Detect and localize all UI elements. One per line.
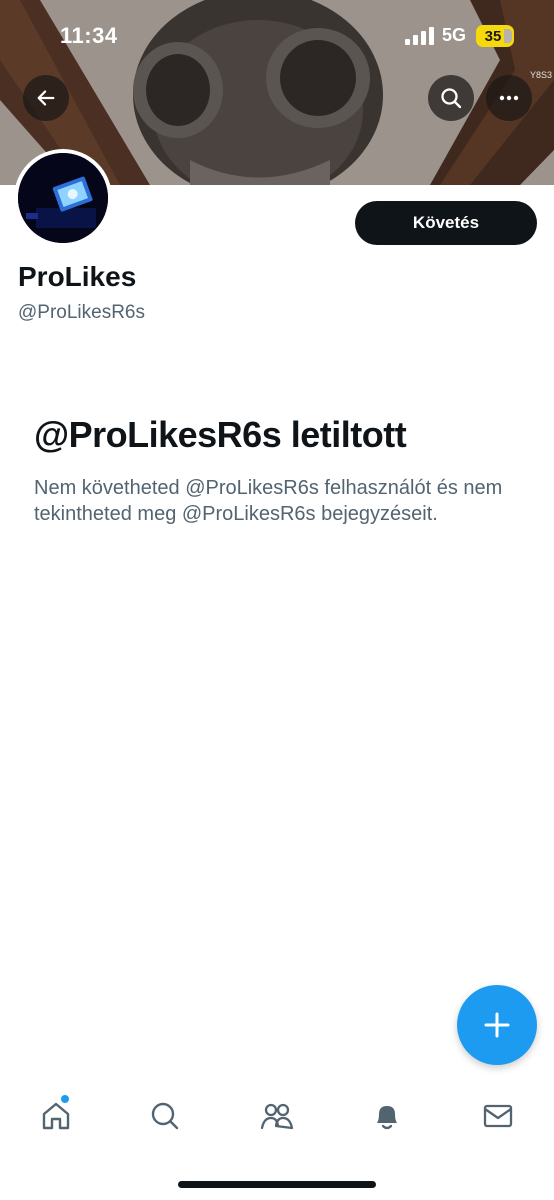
cellular-signal-icon xyxy=(405,27,434,45)
nav-explore[interactable] xyxy=(135,1094,195,1138)
plus-icon xyxy=(484,1012,510,1038)
search-button[interactable] xyxy=(428,75,474,121)
battery-level: 35 xyxy=(484,27,502,45)
battery-indicator: 35 xyxy=(476,25,514,47)
unread-badge xyxy=(61,1095,69,1103)
nav-home[interactable] xyxy=(26,1094,86,1138)
avatar[interactable] xyxy=(14,149,112,247)
nav-notifications[interactable] xyxy=(357,1094,417,1138)
network-type: 5G xyxy=(442,25,467,45)
blocked-message: Nem követheted @ProLikesR6s felhasználót… xyxy=(34,477,503,525)
nav-messages[interactable] xyxy=(468,1094,528,1138)
banner-watermark: Y8S3 xyxy=(530,70,553,80)
bottom-navigation xyxy=(0,1080,554,1160)
home-indicator xyxy=(178,1181,376,1188)
arrow-left-icon xyxy=(37,90,55,106)
back-button[interactable] xyxy=(23,75,69,121)
nav-communities[interactable] xyxy=(247,1094,307,1138)
user-handle: @ProLikesR6s xyxy=(18,302,145,323)
bell-icon xyxy=(377,1106,397,1130)
avatar-image xyxy=(18,153,108,243)
home-icon xyxy=(42,1102,70,1130)
communities-icon xyxy=(260,1103,294,1130)
more-options-button[interactable] xyxy=(486,75,532,121)
blocked-title: @ProLikesR6s letiltott xyxy=(34,414,407,455)
avatar-picture xyxy=(18,153,108,243)
display-name: ProLikes xyxy=(18,261,137,292)
status-time: 11:34 xyxy=(60,23,118,48)
mail-icon xyxy=(483,1104,513,1128)
search-icon xyxy=(441,88,462,109)
follow-button[interactable]: Követés xyxy=(355,201,537,245)
more-horizontal-icon xyxy=(499,95,519,101)
search-icon xyxy=(151,1102,179,1130)
compose-post-button[interactable] xyxy=(457,985,537,1065)
